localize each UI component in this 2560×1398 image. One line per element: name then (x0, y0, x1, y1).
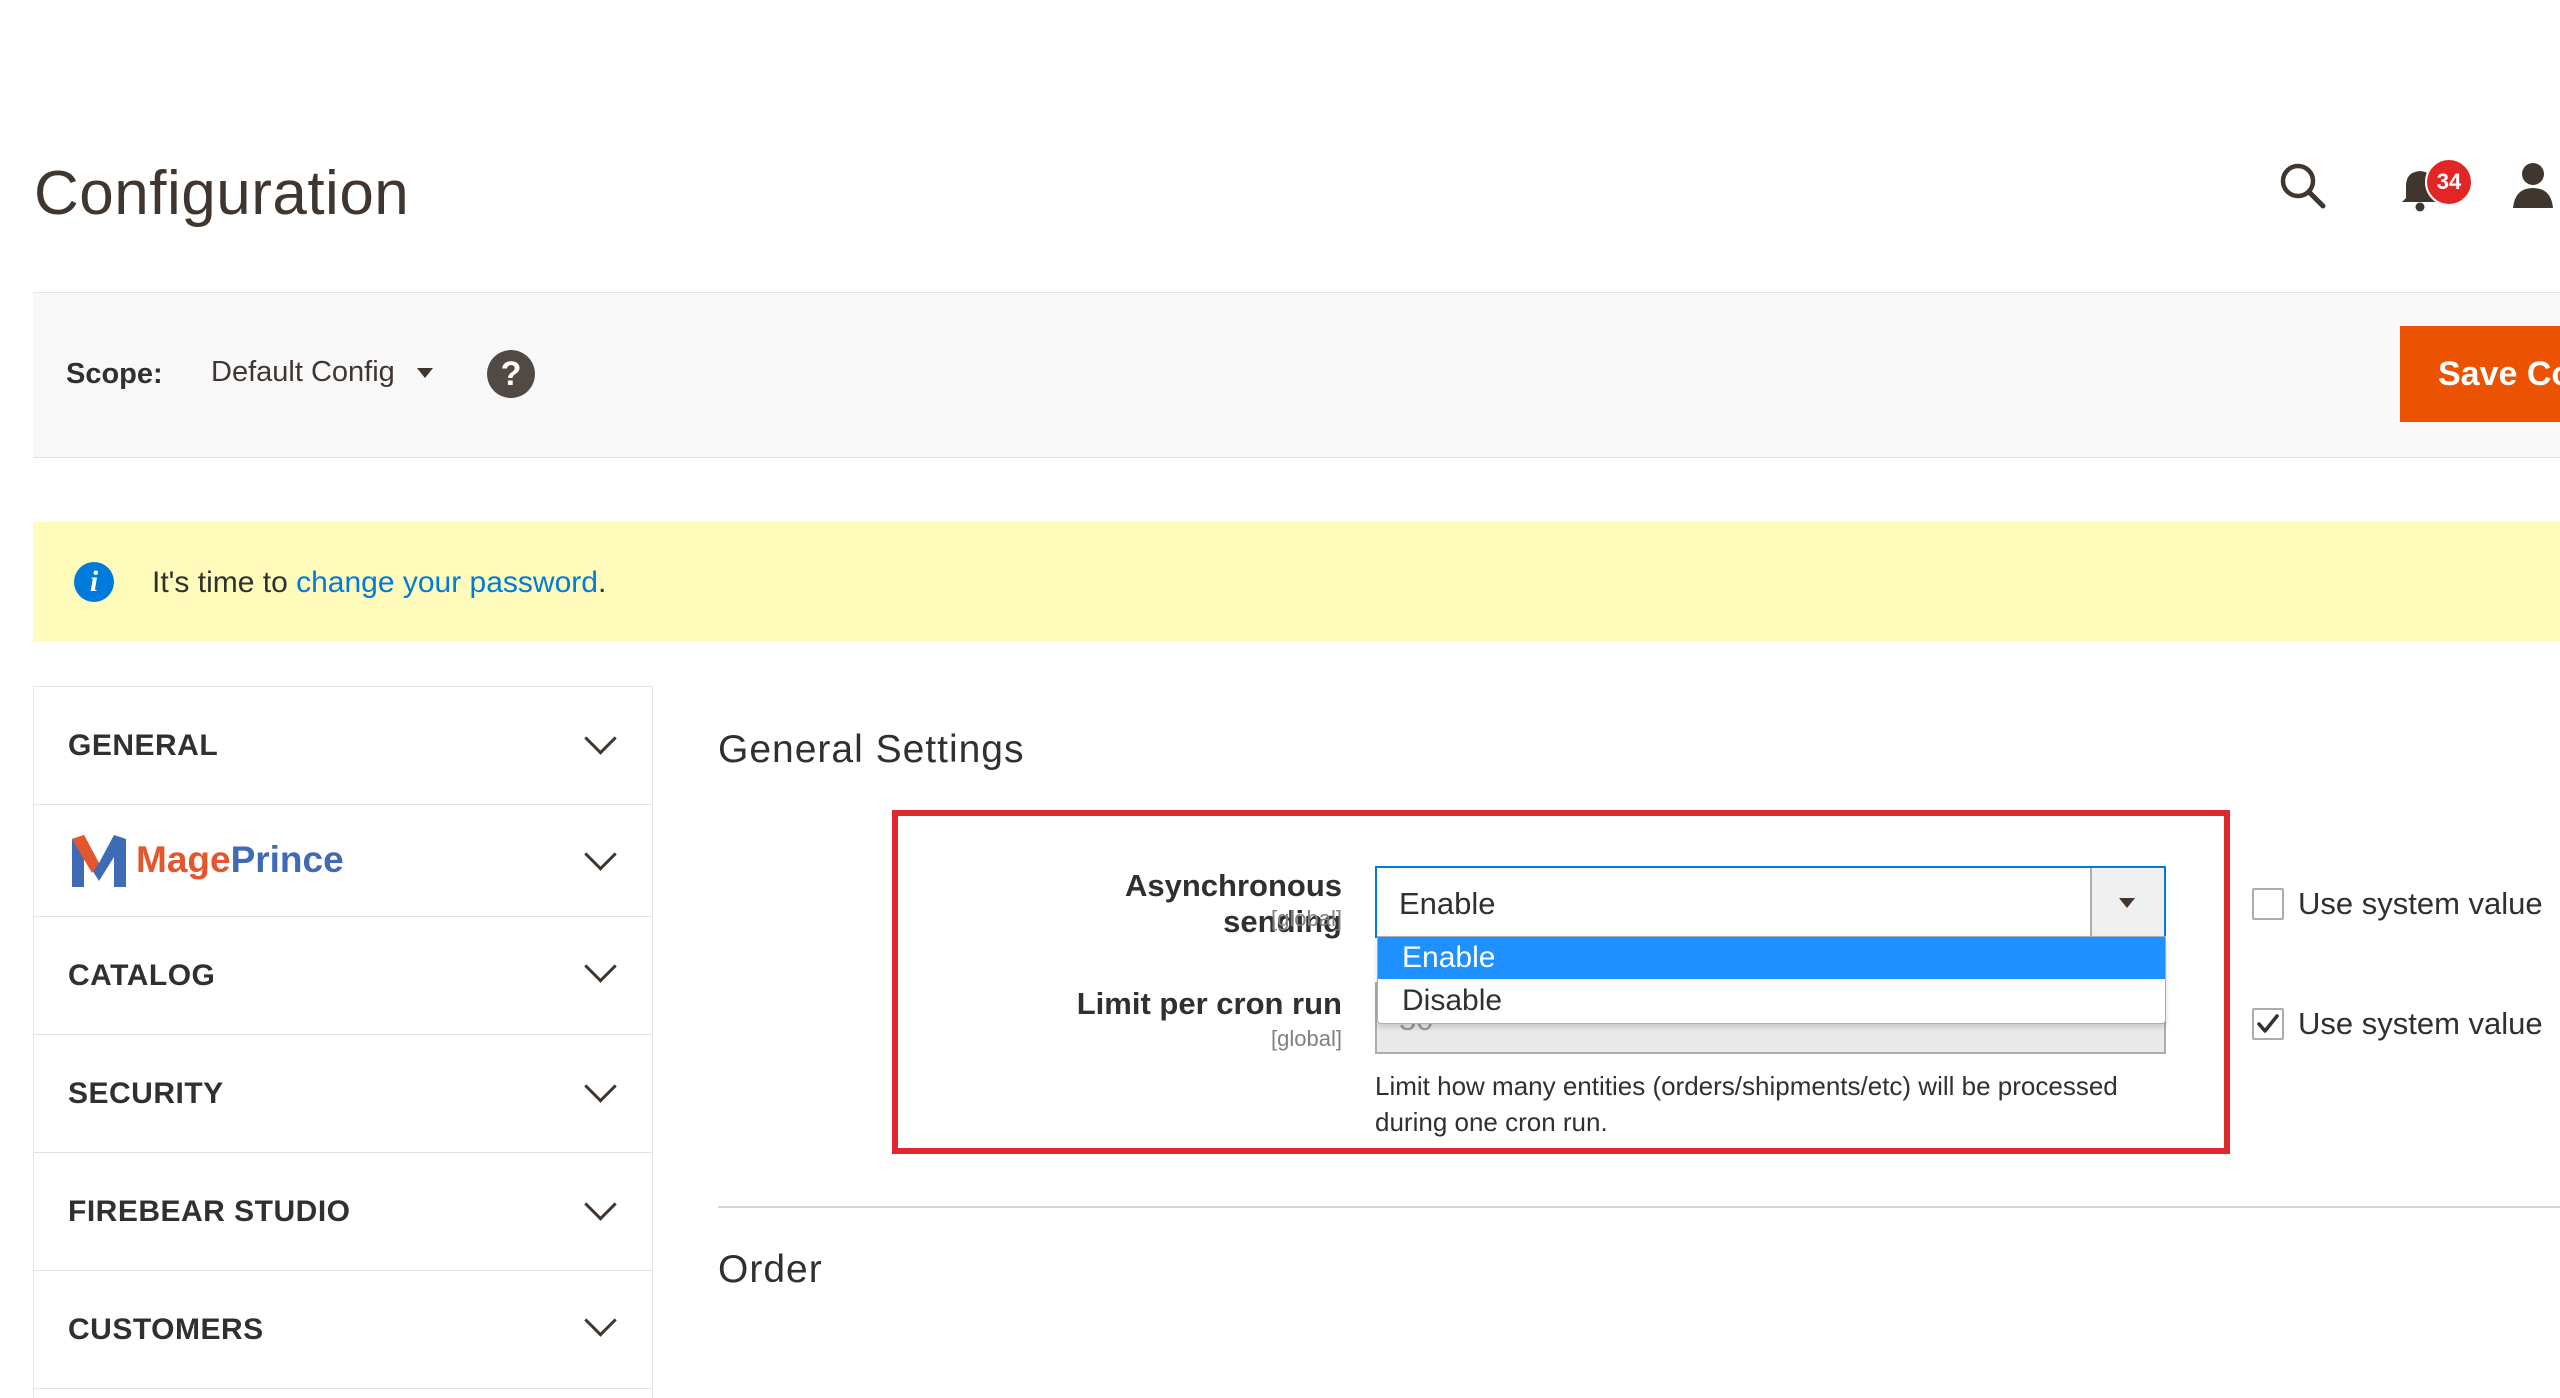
sidebar-item-label: GENERAL (68, 729, 219, 762)
change-password-link[interactable]: change your password (296, 566, 598, 599)
caret-down-icon (416, 367, 433, 378)
sidebar-item-general[interactable]: GENERAL (34, 687, 652, 805)
sidebar-item-firebear-studio[interactable]: FIREBEAR STUDIO (34, 1153, 652, 1271)
sidebar-item-security[interactable]: SECURITY (34, 1035, 652, 1153)
use-system-value-limit[interactable]: Use system value (2252, 1006, 2543, 1042)
use-system-value-label: Use system value (2298, 1006, 2543, 1041)
mageprince-logo: MagePrince (68, 829, 344, 891)
save-config-button[interactable]: Save Config (2400, 326, 2560, 422)
sidebar-item-label: FIREBEAR STUDIO (68, 1195, 351, 1228)
config-sidebar: GENERAL MagePrince CATALOG SECURITY FIRE… (33, 686, 653, 1398)
section-title-general-settings[interactable]: General Settings (718, 728, 1025, 772)
chevron-down-icon (584, 1070, 617, 1103)
scope-label: Scope: (66, 358, 163, 390)
chevron-down-icon (584, 950, 617, 983)
page-title: Configuration (34, 159, 410, 228)
chevron-down-icon (584, 1304, 617, 1337)
scope-value: Default Config (211, 356, 395, 388)
sidebar-item-label: CUSTOMERS (68, 1313, 264, 1346)
section-title-order[interactable]: Order (718, 1248, 823, 1292)
info-icon: i (74, 562, 114, 602)
use-system-value-label: Use system value (2298, 886, 2543, 921)
brand-text-mage: Mage (136, 839, 231, 880)
use-system-value-checkbox[interactable] (2252, 1008, 2284, 1040)
select-arrow-button[interactable] (2090, 868, 2164, 936)
field-scope-limit-per-cron: [global] (1271, 1026, 1342, 1051)
option-enable[interactable]: Enable (1378, 937, 2165, 979)
sidebar-item-catalog[interactable]: CATALOG (34, 917, 652, 1035)
notice-suffix: . (597, 566, 607, 599)
chevron-down-icon (584, 1188, 617, 1221)
search-icon[interactable] (2275, 158, 2331, 214)
notice-prefix: It's time to (152, 566, 297, 599)
notification-badge[interactable]: 34 (2425, 158, 2473, 206)
sidebar-item-mageprince[interactable]: MagePrince (34, 805, 652, 917)
use-system-value-checkbox[interactable] (2252, 888, 2284, 920)
sidebar-item-label: CATALOG (68, 959, 216, 992)
field-label-limit-per-cron: Limit per cron run (1076, 986, 1342, 1021)
use-system-value-async[interactable]: Use system value (2252, 886, 2543, 922)
chevron-down-icon (584, 722, 617, 755)
mageprince-logo-icon (72, 835, 126, 887)
notice-message: It's time to change your password. (152, 566, 606, 600)
checkmark-icon (2257, 1014, 2279, 1033)
scope-switcher[interactable]: Default Config (211, 356, 433, 389)
help-icon[interactable]: ? (487, 350, 535, 398)
sidebar-item-customers[interactable]: CUSTOMERS (34, 1271, 652, 1389)
field-scope-async-sending: [global] (1271, 906, 1342, 931)
chevron-down-icon (584, 838, 617, 871)
dropdown-arrow-icon (2119, 898, 2135, 908)
select-value: Enable (1399, 886, 1496, 921)
brand-text-prince: Prince (230, 839, 344, 880)
sidebar-item-label: SECURITY (68, 1077, 224, 1110)
user-icon[interactable] (2505, 158, 2560, 214)
field-comment: Limit how many entities (orders/shipment… (1375, 1071, 2118, 1137)
section-divider (718, 1206, 2560, 1208)
async-sending-options: Enable Disable (1377, 936, 2166, 1024)
option-disable[interactable]: Disable (1378, 980, 2165, 1022)
async-sending-select[interactable]: Enable (1375, 866, 2166, 938)
